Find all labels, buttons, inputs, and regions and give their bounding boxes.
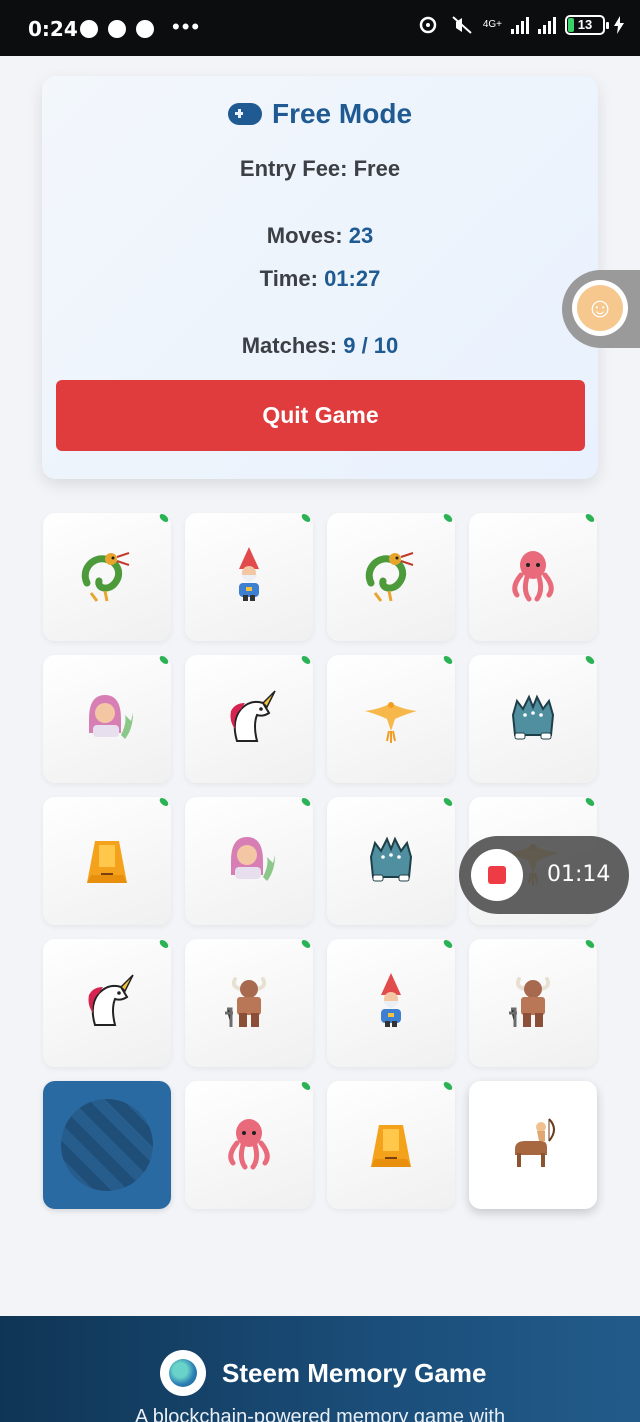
hotspot-icon — [419, 16, 437, 34]
moves-stat: Moves: 23 — [42, 223, 598, 249]
matched-leaf-icon — [442, 654, 454, 666]
time-label: Time: — [259, 266, 318, 291]
matched-leaf-icon — [158, 512, 170, 524]
cerberus-icon — [501, 685, 565, 754]
dragon-icon — [359, 543, 423, 612]
brain-logo-icon — [160, 1350, 206, 1396]
sphinx-icon — [75, 827, 139, 896]
mode-title: Free Mode — [42, 98, 598, 130]
matched-leaf-icon — [300, 512, 312, 524]
matched-leaf-icon — [584, 512, 596, 524]
memory-card[interactable] — [185, 512, 313, 641]
facebook-icon — [80, 20, 98, 38]
matched-leaf-icon — [300, 654, 312, 666]
octopus-icon — [217, 1111, 281, 1180]
matched-leaf-icon — [300, 796, 312, 808]
dragon-icon — [75, 543, 139, 612]
memory-card[interactable] — [469, 654, 597, 783]
mute-icon — [452, 16, 472, 34]
card-back-pattern — [61, 1099, 153, 1191]
unicorn-icon — [217, 685, 281, 754]
unicorn-icon — [75, 969, 139, 1038]
matches-label: Matches: — [241, 333, 338, 358]
gamepad-icon — [227, 103, 262, 125]
moves-value: 23 — [348, 223, 374, 248]
minotaur-icon — [501, 969, 565, 1038]
signal-icon — [511, 16, 529, 34]
phoenix-icon — [359, 685, 423, 754]
matched-leaf-icon — [584, 654, 596, 666]
battery-level: 13 — [577, 17, 593, 32]
status-bar: 0:24 ••• 4G+ 13 — [0, 0, 640, 56]
memory-card[interactable] — [327, 512, 455, 641]
footer-title: Steem Memory Game — [222, 1358, 487, 1388]
memory-card[interactable] — [43, 938, 171, 1067]
messenger-icon — [136, 20, 154, 38]
gnome-icon — [359, 969, 423, 1038]
memory-card[interactable] — [469, 938, 597, 1067]
memory-card[interactable] — [43, 796, 171, 925]
network-type: 4G+ — [482, 19, 502, 30]
memory-card[interactable] — [327, 654, 455, 783]
time-stat: Time: 01:27 — [42, 266, 598, 292]
matched-leaf-icon — [158, 654, 170, 666]
matched-leaf-icon — [300, 1080, 312, 1092]
matched-leaf-icon — [442, 512, 454, 524]
time-value: 01:27 — [324, 266, 381, 291]
memory-card[interactable] — [43, 1081, 171, 1209]
minotaur-icon — [217, 969, 281, 1038]
cerberus-icon — [359, 827, 423, 896]
quit-game-button[interactable]: Quit Game — [56, 380, 585, 451]
more-notifications-icon: ••• — [172, 14, 202, 39]
accessibility-icon: ☺ — [577, 285, 623, 331]
screen-recorder[interactable]: 01:14 — [459, 836, 629, 914]
recording-time: 01:14 — [547, 862, 611, 887]
memory-card[interactable] — [327, 938, 455, 1067]
matched-leaf-icon — [584, 796, 596, 808]
clock: 0:24 — [28, 17, 78, 41]
chat-icon — [108, 20, 126, 38]
matches-stat: Matches: 9 / 10 — [42, 333, 598, 359]
mermaid-icon — [217, 827, 281, 896]
memory-card[interactable] — [43, 654, 171, 783]
memory-card[interactable] — [327, 796, 455, 925]
mode-title-text: Free Mode — [271, 98, 413, 129]
octopus-icon — [501, 543, 565, 612]
memory-card[interactable] — [185, 796, 313, 925]
centaur-icon — [501, 1111, 565, 1180]
matched-leaf-icon — [442, 1080, 454, 1092]
matched-leaf-icon — [158, 938, 170, 950]
system-icons: 4G+ 13 — [415, 14, 624, 36]
memory-card[interactable] — [43, 512, 171, 641]
matched-leaf-icon — [158, 796, 170, 808]
memory-card[interactable] — [469, 512, 597, 641]
memory-card[interactable] — [185, 1080, 313, 1209]
entry-fee: Entry Fee: Free — [239, 156, 401, 181]
matches-value: 9 / 10 — [343, 333, 399, 358]
accessibility-button[interactable]: ☺ — [562, 270, 640, 348]
memory-card[interactable] — [185, 654, 313, 783]
mermaid-icon — [75, 685, 139, 754]
matched-leaf-icon — [442, 938, 454, 950]
memory-card[interactable] — [185, 938, 313, 1067]
charging-icon — [614, 16, 624, 34]
stop-recording-button[interactable] — [471, 849, 523, 901]
sphinx-icon — [359, 1111, 423, 1180]
matched-leaf-icon — [300, 938, 312, 950]
notification-icons — [80, 20, 154, 38]
matched-leaf-icon — [442, 796, 454, 808]
memory-card[interactable] — [327, 1080, 455, 1209]
matched-leaf-icon — [584, 938, 596, 950]
battery-icon: 13 — [565, 15, 609, 35]
memory-card[interactable] — [469, 1081, 597, 1209]
signal-icon-2 — [538, 16, 556, 34]
footer-subtitle: A blockchain-powered memory game with — [134, 1406, 506, 1422]
moves-label: Moves: — [266, 223, 343, 248]
gnome-icon — [217, 543, 281, 612]
